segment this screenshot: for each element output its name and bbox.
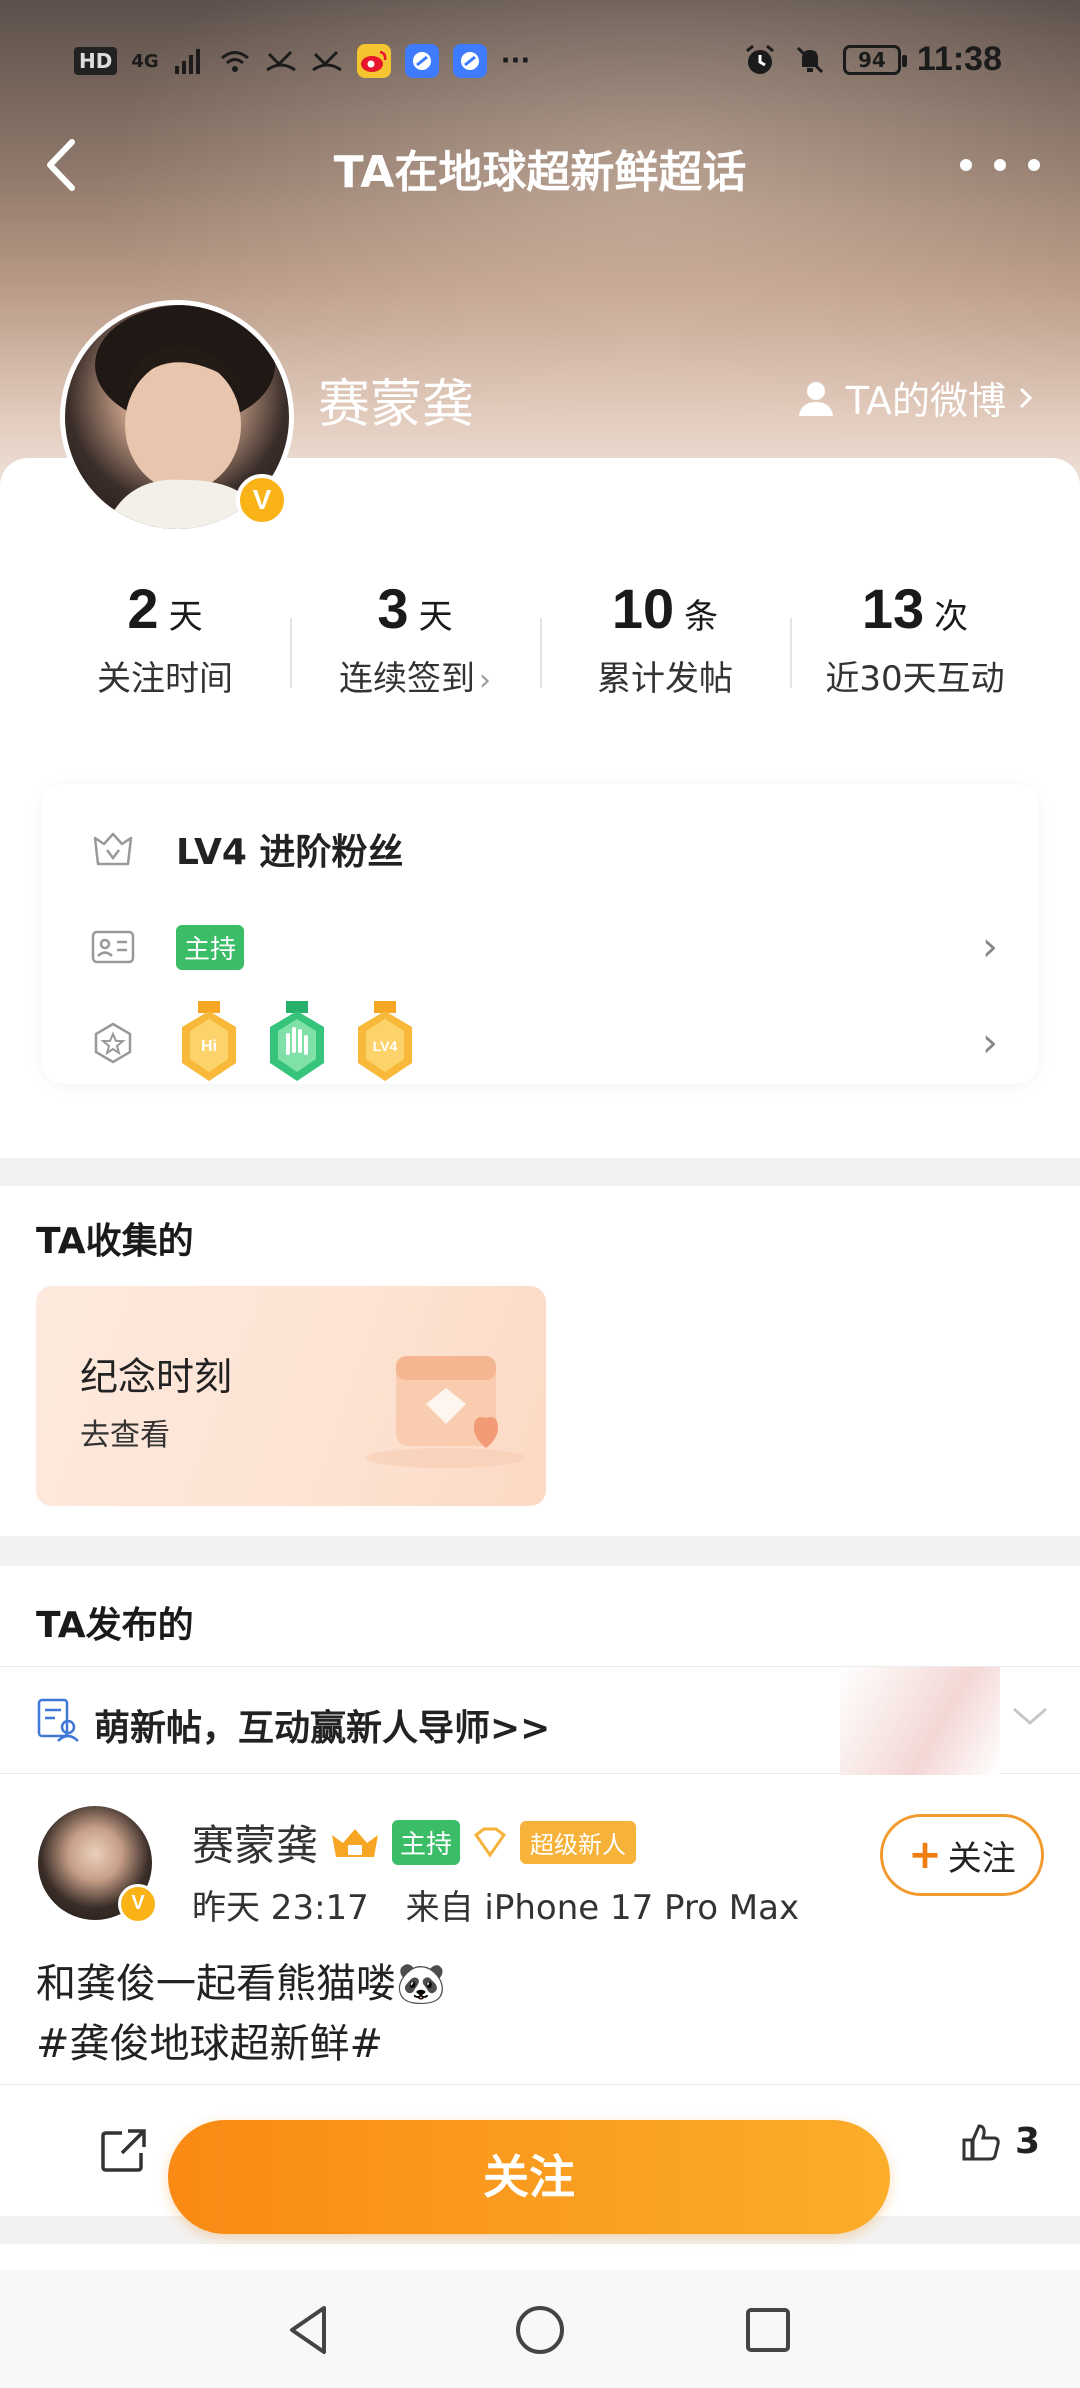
battery-indicator: 94: [842, 44, 907, 75]
post-hashtag[interactable]: #龚俊地球超新鲜#: [36, 2014, 446, 2074]
chevron-right-icon: ›: [982, 1020, 998, 1066]
system-nav-bar: [0, 2270, 1080, 2388]
collected-title: TA收集的: [36, 1221, 194, 1262]
stat-checkin-days[interactable]: 3天 连续签到 ›: [290, 576, 540, 706]
missed-call-icon: [265, 50, 296, 72]
memory-card-subtitle: 去查看: [80, 1418, 170, 1453]
id-card-icon: [91, 930, 135, 964]
published-title: TA发布的: [36, 1605, 194, 1646]
post-source: 来自 iPhone 17 Pro Max: [405, 1888, 800, 1928]
calendar-gift-icon: [366, 1356, 526, 1468]
post-verified-badge: V: [118, 1884, 158, 1924]
super-newbie-tag: 超级新人: [520, 1821, 637, 1864]
like-button[interactable]: 3: [961, 2121, 1040, 2162]
like-count: 3: [1014, 2121, 1040, 2162]
weibo-link-label: TA的微博: [845, 379, 1006, 423]
diamond-badge-icon: [473, 1827, 507, 1858]
profile-name: 赛蒙龚: [318, 375, 475, 435]
host-tag: 主持: [176, 924, 245, 970]
medal-outline-icon: [94, 1022, 132, 1064]
more-options-icon[interactable]: [960, 140, 1040, 190]
nav-home-icon[interactable]: [510, 2300, 570, 2360]
chevron-right-icon: ›: [982, 924, 998, 970]
collected-section: TA收集的 纪念时刻 去查看: [0, 1186, 1080, 1536]
nav-recents-icon[interactable]: [738, 2300, 798, 2360]
page-title: TA在地球超新鲜超话: [333, 147, 747, 198]
medals-row[interactable]: Hi LV4 ›: [42, 998, 1038, 1088]
fan-info-card: 2天 关注时间 3天 连续签到 › 10 条 累计发帖 13 次 近30天互动 LV4…: [0, 458, 1080, 1158]
chevron-down-icon[interactable]: [1010, 1701, 1050, 1731]
fan-level-card: LV4 进阶粉丝 主持 › Hi LV4 ›: [42, 784, 1038, 1084]
nav-back-icon[interactable]: [280, 2300, 340, 2360]
stat-total-posts: 10 条 累计发帖: [540, 576, 790, 706]
chevron-right-icon: ›: [479, 663, 491, 698]
follow-author-button[interactable]: + 关注: [880, 1814, 1044, 1896]
post-meta: 昨天 23:17 来自 iPhone 17 Pro Max: [192, 1880, 799, 1929]
banner-illustration: [840, 1667, 1000, 1775]
signal-icon: [174, 49, 200, 74]
stat-follow-days: 2天 关注时间: [97, 577, 233, 699]
plus-icon: +: [908, 1832, 942, 1878]
wifi-icon: [220, 51, 249, 72]
newbie-post-banner[interactable]: 萌新帖，互动赢新人导师>>: [0, 1666, 1080, 1775]
stat-interactions: 13 次 近30天互动: [790, 576, 1040, 706]
user-icon: [798, 381, 833, 416]
post-time: 昨天 23:17: [192, 1888, 369, 1928]
top-nav: TA在地球超新鲜超话: [0, 120, 1080, 210]
post-content: 和龚俊一起看熊猫喽🐼 #龚俊地球超新鲜#: [36, 1954, 446, 2074]
post-author-row: 赛蒙龚 主持 超级新人: [192, 1812, 637, 1873]
weibo-profile-link[interactable]: TA的微博: [796, 370, 1036, 425]
post-text-line: 和龚俊一起看熊猫喽🐼: [36, 1961, 446, 2007]
post-author-name[interactable]: 赛蒙龚: [192, 1812, 318, 1873]
role-row[interactable]: 主持 ›: [42, 902, 1038, 992]
fan-level-row: LV4 进阶粉丝: [42, 804, 1038, 894]
verified-badge: V: [236, 474, 288, 526]
network-type: HD: [74, 47, 118, 75]
stats-row: 2天 关注时间 3天 连续签到 › 10 条 累计发帖 13 次 近30天互动: [40, 576, 1040, 706]
share-icon[interactable]: [100, 2127, 148, 2173]
alarm-icon: [745, 44, 774, 74]
chevron-right-icon: [1019, 387, 1033, 408]
status-bar: HD 4G ··· 94 11:38: [0, 0, 1080, 120]
medal-hand-icon: [270, 1001, 324, 1081]
more-notifications: ···: [500, 46, 531, 76]
crown-badge-icon: [332, 1828, 379, 1857]
post-host-tag: 主持: [392, 1820, 461, 1865]
fan-level-text: LV4 进阶粉丝: [176, 832, 404, 873]
mute-icon: [796, 46, 823, 73]
memory-card-title: 纪念时刻: [80, 1355, 233, 1399]
crown-icon: [93, 832, 133, 866]
network-gen: 4G: [131, 50, 159, 72]
app-icon: [404, 44, 439, 78]
missed-call-icon-2: [311, 50, 342, 72]
follow-button[interactable]: 关注: [168, 2120, 890, 2234]
weibo-icon: [356, 44, 391, 78]
newbie-banner-text: 萌新帖，互动赢新人导师>>: [94, 1708, 551, 1749]
document-user-icon: [37, 1698, 79, 1742]
thumbs-up-icon: [962, 2123, 1000, 2160]
svg-text:LV4: LV4: [373, 1038, 398, 1054]
medal-hi-icon: Hi: [182, 1001, 236, 1081]
clock: 11:38: [916, 40, 1002, 78]
medal-lv4-icon: LV4: [358, 1001, 412, 1081]
app-icon-2: [452, 44, 487, 78]
memory-moments-card[interactable]: 纪念时刻 去查看: [36, 1286, 546, 1506]
svg-text:Hi: Hi: [201, 1038, 217, 1055]
